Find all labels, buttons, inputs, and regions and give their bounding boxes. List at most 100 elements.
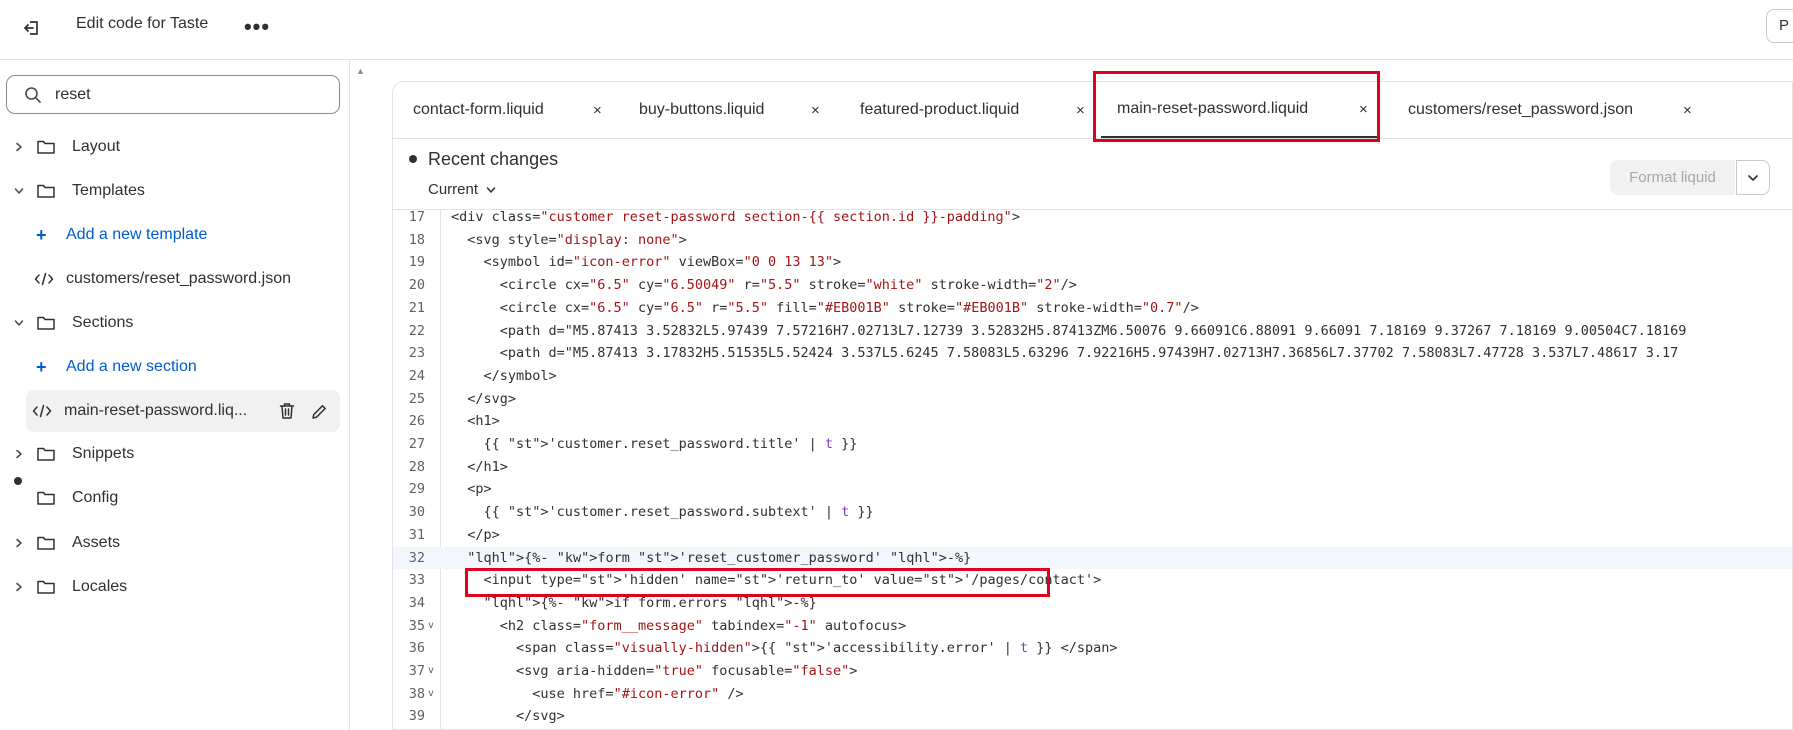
delete-icon[interactable] <box>274 398 300 424</box>
code-line[interactable]: 27 {{ "st">'customer.reset_password.titl… <box>393 433 1792 456</box>
recent-changes-bar: Recent changes Current Format liquid <box>393 138 1792 210</box>
folder-layout[interactable]: Layout <box>0 129 340 165</box>
folder-locales[interactable]: Locales <box>0 569 340 605</box>
code-line[interactable]: 32 "lqhl">{%- "kw">form "st">'reset_cust… <box>393 546 1792 570</box>
chevron-down-icon <box>486 186 496 193</box>
code-line[interactable]: 26 <h1> <box>393 410 1792 433</box>
file-search-box[interactable] <box>6 75 340 114</box>
code-line[interactable]: 38 v <use href="#icon-error" /> <box>393 683 1792 706</box>
line-number: 19 <box>408 254 425 271</box>
code-line[interactable]: 37 v <svg aria-hidden="true" focusable="f… <box>393 660 1792 683</box>
folder-icon <box>36 579 60 595</box>
close-icon[interactable]: × <box>1683 102 1692 119</box>
tab-label: contact-form.liquid <box>413 101 544 118</box>
close-icon[interactable]: × <box>1359 101 1368 118</box>
unsaved-dot <box>409 155 417 163</box>
tab-label: buy-buttons.liquid <box>639 101 765 118</box>
code-text: <p> <box>451 481 492 498</box>
tab-buy-buttons[interactable]: buy-buttons.liquid × <box>639 82 839 138</box>
folder-config[interactable]: Config <box>0 480 340 516</box>
line-number: 18 <box>408 231 425 248</box>
folder-label: Sections <box>72 314 134 331</box>
fold-chevron-icon[interactable]: v <box>428 620 434 631</box>
line-number: 17 <box>408 210 425 225</box>
code-text: <path d="M5.87413 3.52832L5.97439 7.5721… <box>451 322 1687 339</box>
more-actions-button[interactable]: ••• <box>240 10 274 44</box>
code-file-icon <box>32 404 54 418</box>
chevron-down-icon <box>8 186 30 196</box>
chevron-down-icon <box>8 318 30 328</box>
code-area[interactable]: 17 <div class="customer reset-password se… <box>393 210 1792 729</box>
code-line[interactable]: 39 </svg> <box>393 705 1792 728</box>
close-icon[interactable]: × <box>593 102 602 119</box>
file-customers-reset-password-json[interactable]: customers/reset_password.json <box>0 261 340 297</box>
code-line[interactable]: 35 v <h2 class="form__message" tabindex="… <box>393 615 1792 638</box>
code-line[interactable]: 22 <path d="M5.87413 3.52832L5.97439 7.5… <box>393 320 1792 343</box>
file-sidebar: Layout Templates + Add a new template cu… <box>0 60 350 730</box>
add-section-link[interactable]: + Add a new section <box>0 349 340 385</box>
file-search-input[interactable] <box>55 83 325 107</box>
close-icon[interactable]: × <box>1076 102 1085 119</box>
fold-chevron-icon[interactable]: v <box>428 688 434 699</box>
add-template-link[interactable]: + Add a new template <box>0 217 340 253</box>
version-select[interactable]: Current <box>428 181 496 198</box>
code-line[interactable]: 25 </svg> <box>393 388 1792 411</box>
tab-customers-reset-password-json[interactable]: customers/reset_password.json × <box>1408 82 1708 138</box>
code-line[interactable]: 31 </p> <box>393 524 1792 547</box>
file-main-reset-password-liquid[interactable]: main-reset-password.liq... <box>26 390 340 432</box>
code-editor-panel: contact-form.liquid × buy-buttons.liquid… <box>392 81 1793 730</box>
code-line[interactable]: 34 "lqhl">{%- "kw">if form.errors "lqhl"… <box>393 592 1792 615</box>
tab-contact-form[interactable]: contact-form.liquid × <box>413 82 613 138</box>
search-icon <box>24 86 42 109</box>
rename-pencil-icon[interactable] <box>306 398 332 424</box>
code-line[interactable]: 17 <div class="customer reset-password se… <box>393 210 1792 229</box>
preview-button[interactable]: P <box>1766 9 1793 43</box>
code-line[interactable]: 28 </h1> <box>393 456 1792 479</box>
folder-icon <box>36 446 60 462</box>
exit-icon[interactable] <box>14 10 50 46</box>
plus-icon: + <box>36 224 47 245</box>
code-line[interactable]: 36 <span class="visually-hidden">{{ "st"… <box>393 637 1792 660</box>
code-line[interactable]: 18 <svg style="display: none"> <box>393 229 1792 252</box>
tab-main-reset-password[interactable]: main-reset-password.liquid × <box>1101 82 1379 138</box>
format-options-button[interactable] <box>1736 160 1770 195</box>
folder-templates[interactable]: Templates <box>0 173 340 209</box>
code-text: <div class="customer reset-password sect… <box>451 210 1020 225</box>
code-text: <h1> <box>451 413 500 430</box>
folder-assets[interactable]: Assets <box>0 525 340 561</box>
code-line[interactable]: 24 </symbol> <box>393 365 1792 388</box>
file-label: main-reset-password.liq... <box>64 402 248 419</box>
line-number: 32 <box>408 549 425 566</box>
line-number: 39 <box>408 708 425 725</box>
chevron-down-icon <box>1748 174 1758 181</box>
recent-changes-title: Recent changes <box>428 149 559 169</box>
page-title: Edit code for Taste <box>76 15 209 32</box>
code-text: "lqhl">{%- "kw">if form.errors "lqhl">-%… <box>483 594 817 611</box>
code-line[interactable]: 30 {{ "st">'customer.reset_password.subt… <box>393 501 1792 524</box>
tab-featured-product[interactable]: featured-product.liquid × <box>860 82 1100 138</box>
tab-label: main-reset-password.liquid <box>1117 100 1309 117</box>
code-text: </symbol> <box>451 367 557 384</box>
folder-label: Layout <box>72 138 121 155</box>
code-text: {{ "st">'customer.reset_password.title' … <box>451 436 858 452</box>
tab-label: featured-product.liquid <box>860 101 1020 118</box>
code-text: {{ "st">'customer.reset_password.subtext… <box>451 504 874 521</box>
code-line[interactable]: 33 <input type="st">'hidden' name="st">'… <box>393 569 1792 592</box>
code-line[interactable]: 29 <p> <box>393 478 1792 501</box>
code-file-icon <box>34 272 56 286</box>
code-text: <circle cx="6.5" cy="6.5" r="5.5" fill="… <box>451 299 1199 316</box>
line-number: 31 <box>408 526 425 543</box>
folder-snippets[interactable]: Snippets <box>0 436 340 472</box>
code-line[interactable]: 20 <circle cx="6.5" cy="6.50049" r="5.5"… <box>393 274 1792 297</box>
code-text: <path d="M5.87413 3.17832H5.51535L5.5242… <box>451 345 1679 362</box>
add-template-label: Add a new template <box>66 226 208 243</box>
close-icon[interactable]: × <box>811 102 820 119</box>
folder-sections[interactable]: Sections <box>0 305 340 341</box>
scroll-up-arrow-icon[interactable]: ▲ <box>356 66 365 76</box>
fold-chevron-icon[interactable]: v <box>428 665 434 676</box>
code-line[interactable]: 21 <circle cx="6.5" cy="6.5" r="5.5" fil… <box>393 297 1792 320</box>
code-line[interactable]: 19 <symbol id="icon-error" viewBox="0 0 … <box>393 251 1792 274</box>
format-liquid-button[interactable]: Format liquid <box>1610 160 1735 195</box>
line-number: 33 <box>408 572 425 589</box>
code-line[interactable]: 23 <path d="M5.87413 3.17832H5.51535L5.5… <box>393 342 1792 365</box>
